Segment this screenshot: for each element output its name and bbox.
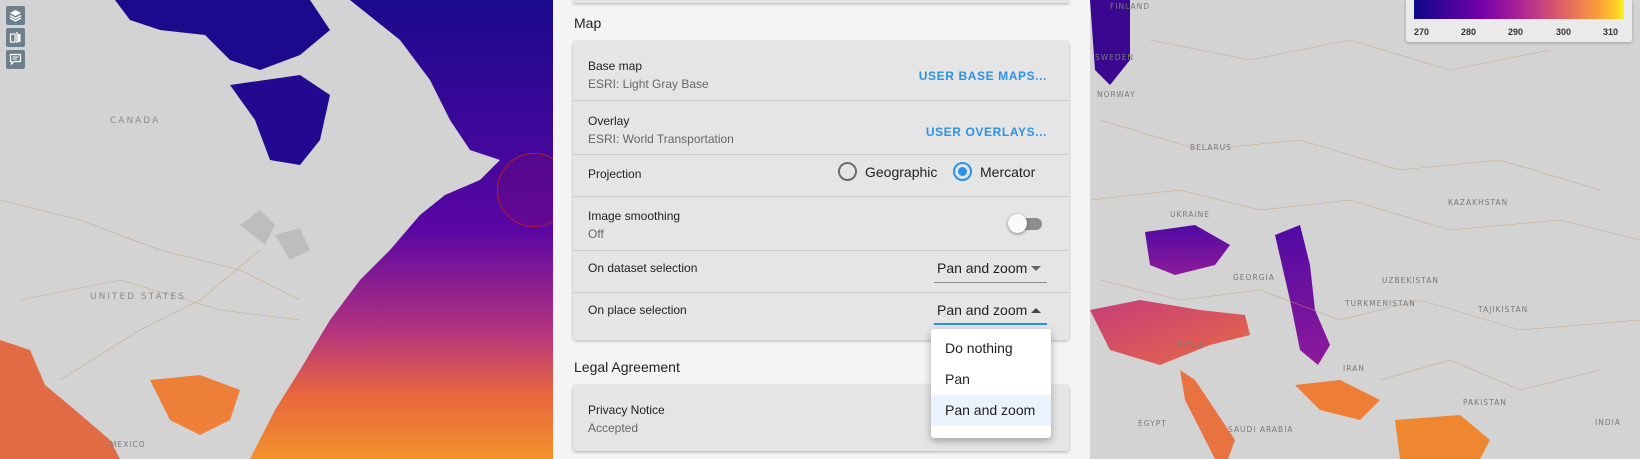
row-on-dataset-selection: On dataset selection Pan and zoom (573, 251, 1069, 293)
image-smoothing-label: Image smoothing (588, 209, 681, 223)
menu-item-pan-and-zoom[interactable]: Pan and zoom (931, 395, 1051, 426)
on-dataset-selection-label: On dataset selection (588, 261, 698, 275)
map-label: UKRAINE (1170, 210, 1211, 219)
radio-checked-icon (953, 162, 972, 181)
map-label: TURKMENISTAN (1345, 299, 1416, 308)
section-title-map: Map (574, 15, 602, 31)
projection-label: Projection (588, 167, 642, 181)
color-legend[interactable]: 270 280 290 300 310 (1406, 0, 1632, 42)
chevron-down-icon (1031, 266, 1041, 271)
previous-card-edge (573, 0, 1069, 3)
radio-unchecked-icon (838, 162, 857, 181)
map-label: GEORGIA (1233, 273, 1275, 282)
colorbar-tick: 280 (1461, 27, 1477, 37)
map-label: BELARUS (1190, 143, 1232, 152)
map-toolbar (6, 6, 25, 69)
image-smoothing-toggle[interactable] (1008, 214, 1044, 233)
radio-mercator-label: Mercator (980, 163, 1036, 180)
map-label: KAZAKHSTAN (1448, 198, 1509, 207)
map-label: EGYPT (1138, 419, 1167, 428)
on-place-selection-select[interactable]: Pan and zoom (934, 299, 1047, 325)
colorbar-tick: 300 (1556, 27, 1572, 37)
row-image-smoothing: Image smoothing Off (573, 197, 1069, 251)
on-dataset-selection-value: Pan and zoom (937, 260, 1028, 276)
layers-icon[interactable] (6, 6, 25, 25)
row-base-map: Base map ESRI: Light Gray Base USER BASE… (573, 41, 1069, 101)
on-place-selection-label: On place selection (588, 303, 687, 317)
map-label: PAKISTAN (1463, 398, 1507, 407)
user-overlays-button[interactable]: USER OVERLAYS... (926, 125, 1047, 139)
section-title-legal: Legal Agreement (574, 359, 680, 375)
radio-geographic-label: Geographic (865, 163, 938, 180)
map-settings-card: Base map ESRI: Light Gray Base USER BASE… (573, 41, 1069, 340)
map-label: INDIA (1595, 418, 1621, 427)
menu-item-do-nothing[interactable]: Do nothing (931, 333, 1051, 364)
colorbar-tick: 290 (1508, 27, 1524, 37)
row-projection: Projection Geographic Mercator (573, 155, 1069, 197)
privacy-notice-label: Privacy Notice (588, 403, 665, 417)
row-overlay: Overlay ESRI: World Transportation USER … (573, 101, 1069, 155)
on-dataset-selection-select[interactable]: Pan and zoom (934, 257, 1047, 283)
image-smoothing-value: Off (588, 227, 604, 241)
overlay-label: Overlay (588, 114, 630, 128)
map-label: IRAN (1343, 364, 1365, 373)
toggle-thumb (1008, 214, 1027, 233)
base-map-value: ESRI: Light Gray Base (588, 77, 709, 91)
map-label-canada: CANADA (110, 116, 161, 126)
base-map-label: Base map (588, 59, 643, 73)
map-label: SYRIA (1177, 341, 1204, 350)
colorbar (1414, 0, 1624, 19)
map-label: SAUDI ARABIA (1228, 425, 1294, 434)
overlay-value: ESRI: World Transportation (588, 132, 734, 146)
split-icon[interactable] (6, 28, 25, 47)
map-label: MEXICO (110, 440, 146, 449)
colorbar-ticks: 270 280 290 300 310 (1414, 27, 1624, 39)
place-selection-menu: Do nothing Pan Pan and zoom (931, 329, 1051, 438)
radio-mercator[interactable]: Mercator (953, 162, 1035, 181)
map-label: SWEDEN (1095, 53, 1135, 62)
map-label-united-states: UNITED STATES (90, 292, 186, 302)
map-label: TAJIKISTAN (1478, 305, 1529, 314)
comment-icon[interactable] (6, 50, 25, 69)
colorbar-tick: 270 (1414, 27, 1430, 37)
on-place-selection-value: Pan and zoom (937, 302, 1028, 318)
map-label: NORWAY (1097, 90, 1136, 99)
privacy-notice-value: Accepted (588, 421, 639, 435)
colorbar-tick: 310 (1603, 27, 1619, 37)
radio-geographic[interactable]: Geographic (838, 162, 937, 181)
map-label: UZBEKISTAN (1382, 276, 1440, 285)
menu-item-pan[interactable]: Pan (931, 364, 1051, 395)
chevron-up-icon (1031, 308, 1041, 313)
map-label: FINLAND (1110, 2, 1151, 11)
user-base-maps-button[interactable]: USER BASE MAPS... (919, 69, 1047, 83)
